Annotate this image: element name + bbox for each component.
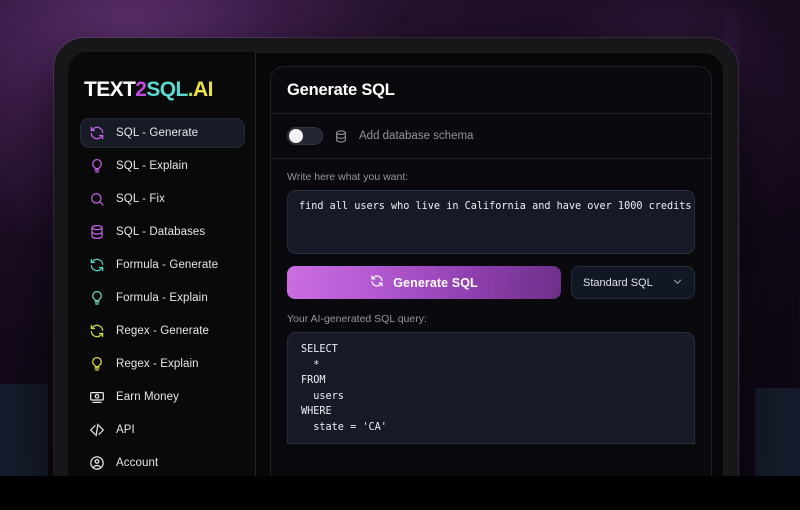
sql-output-lines: SELECT * FROM users WHERE state = 'CA' [301, 342, 681, 436]
sql-dialect-select[interactable]: Standard SQL [571, 266, 695, 299]
database-icon [334, 129, 348, 144]
sidebar-item-label: SQL - Explain [116, 160, 188, 172]
sql-code-line: SELECT [301, 344, 338, 355]
app-logo: TEXT2SQL.AI [84, 78, 245, 102]
sidebar-item-regex-generate[interactable]: Regex - Generate [80, 316, 245, 346]
bulb-icon [89, 356, 105, 372]
sidebar-item-label: SQL - Fix [116, 193, 166, 205]
schema-toggle-label: Add database schema [359, 130, 474, 142]
sidebar-item-earn-money[interactable]: Earn Money [80, 382, 245, 412]
chevron-down-icon [672, 274, 683, 292]
refresh-icon [89, 125, 105, 141]
device-screen: TEXT2SQL.AI SQL - Generate SQL - Explain S… [68, 52, 724, 488]
sql-dialect-value: Standard SQL [583, 276, 653, 289]
sidebar-item-label: Regex - Explain [116, 358, 199, 370]
page-scene: TEXT2SQL.AI SQL - Generate SQL - Explain S… [0, 0, 800, 510]
user-icon [89, 455, 105, 471]
sql-code-line: FROM [301, 375, 326, 387]
toggle-knob [289, 129, 303, 143]
sidebar-item-label: Formula - Generate [116, 259, 219, 271]
prompt-value: find all users who live in California an… [299, 201, 692, 212]
schema-toggle-row: Add database schema [271, 114, 711, 159]
banknote-icon [89, 389, 105, 405]
sidebar-item-label: Regex - Generate [116, 325, 210, 337]
main-content: Generate SQL Add database schema Write h… [256, 52, 724, 488]
sidebar-item-formula-generate[interactable]: Formula - Generate [80, 250, 245, 280]
bulb-icon [89, 290, 105, 306]
sidebar-item-label: SQL - Databases [116, 226, 206, 238]
generate-sql-button[interactable]: Generate SQL [287, 266, 561, 299]
logo-part-sql: SQL [146, 78, 188, 101]
logo-part-two: 2 [135, 78, 147, 101]
sidebar-item-sql-fix[interactable]: SQL - Fix [80, 184, 245, 214]
generate-sql-button-label: Generate SQL [393, 275, 478, 290]
page-title: Generate SQL [287, 81, 395, 99]
background-panel-left [0, 384, 48, 476]
sidebar-item-api[interactable]: API [80, 415, 245, 445]
sidebar-item-label: Account [116, 457, 159, 469]
sql-code-line: * [301, 359, 320, 371]
sidebar-item-sql-generate[interactable]: SQL - Generate [80, 118, 245, 148]
sidebar-item-account[interactable]: Account [80, 448, 245, 478]
output-label: Your AI-generated SQL query: [287, 313, 427, 325]
sidebar-item-label: API [116, 424, 135, 436]
sidebar-nav-list: SQL - Generate SQL - Explain SQL - Fix SQL … [80, 118, 245, 478]
sidebar-item-label: Formula - Explain [116, 292, 208, 304]
sidebar-item-label: SQL - Generate [116, 127, 199, 139]
sidebar-item-sql-explain[interactable]: SQL - Explain [80, 151, 245, 181]
sql-code-line: state = 'CA' [301, 421, 387, 433]
card-body: Write here what you want: find all users… [271, 159, 711, 444]
sidebar-item-sql-databases[interactable]: SQL - Databases [80, 217, 245, 247]
sql-output-code[interactable]: SELECT * FROM users WHERE state = 'CA' [287, 332, 695, 444]
logo-part-ai: AI [193, 78, 213, 101]
refresh-icon [89, 257, 105, 273]
generate-sql-card: Generate SQL Add database schema Write h… [270, 66, 712, 488]
prompt-label: Write here what you want: [287, 171, 409, 183]
device-bezel: TEXT2SQL.AI SQL - Generate SQL - Explain S… [54, 38, 738, 488]
bulb-icon [89, 158, 105, 174]
action-row: Generate SQL Standard SQL [287, 266, 695, 299]
bottom-black-band [0, 476, 800, 510]
database-icon [89, 224, 105, 240]
search-icon [89, 191, 105, 207]
code-icon [89, 422, 105, 438]
sidebar: TEXT2SQL.AI SQL - Generate SQL - Explain S… [68, 52, 256, 488]
card-header: Generate SQL [271, 67, 711, 114]
refresh-icon [89, 323, 105, 339]
refresh-icon [370, 274, 384, 291]
background-panel-right [755, 388, 800, 478]
sidebar-item-regex-explain[interactable]: Regex - Explain [80, 349, 245, 379]
sql-code-line: users [301, 390, 344, 402]
sql-code-line: WHERE [301, 406, 332, 418]
prompt-input[interactable]: find all users who live in California an… [287, 190, 695, 254]
sidebar-item-formula-explain[interactable]: Formula - Explain [80, 283, 245, 313]
logo-part-text: TEXT [84, 78, 136, 101]
sidebar-item-label: Earn Money [116, 391, 180, 403]
add-database-schema-toggle[interactable] [287, 127, 323, 145]
